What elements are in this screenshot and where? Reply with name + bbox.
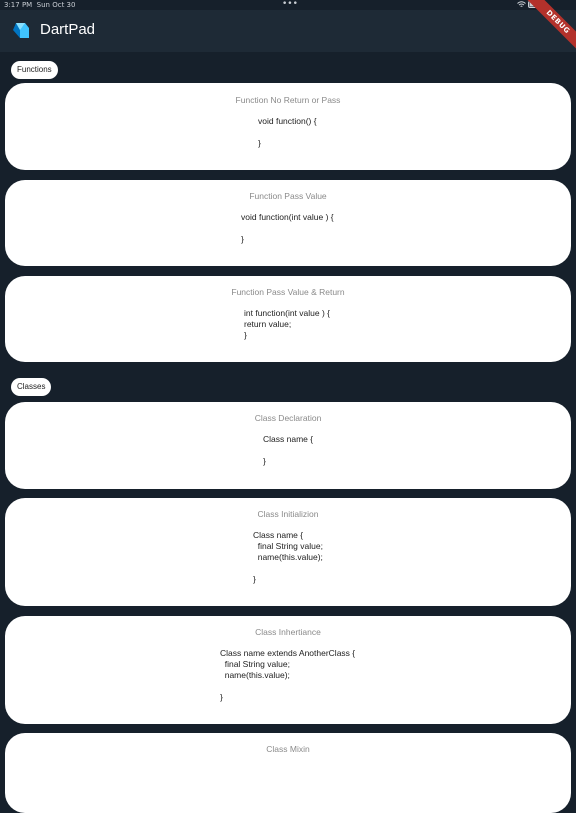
- card-title: Class Inhertiance: [255, 627, 321, 637]
- card-title: Function Pass Value: [249, 191, 327, 201]
- section-chip-functions[interactable]: Functions: [11, 61, 58, 79]
- card-class-inheritance[interactable]: Class Inhertiance Class name extends Ano…: [5, 616, 571, 724]
- card-class-mixin[interactable]: Class Mixin: [5, 733, 571, 813]
- card-function-pass-return[interactable]: Function Pass Value & Return int functio…: [5, 276, 571, 362]
- card-title: Class Initializion: [257, 509, 319, 519]
- card-title: Function No Return or Pass: [235, 95, 341, 105]
- card-class-declaration[interactable]: Class Declaration Class name { }: [5, 402, 571, 489]
- multitask-dots[interactable]: •••: [282, 0, 298, 9]
- card-code: void function(int value ) { }: [241, 212, 334, 244]
- card-class-initialization[interactable]: Class Initializion Class name { final St…: [5, 498, 571, 606]
- card-function-no-return[interactable]: Function No Return or Pass void function…: [5, 83, 571, 170]
- card-code: Class name { final String value; name(th…: [253, 530, 323, 584]
- status-time: 3:17 PM Sun Oct 30: [4, 1, 76, 9]
- card-title: Class Mixin: [266, 744, 310, 754]
- card-code: void function() { }: [258, 116, 317, 148]
- card-title: Class Declaration: [254, 413, 322, 423]
- app-title: DartPad: [40, 21, 96, 38]
- wifi-icon: [516, 1, 526, 7]
- card-code: Class name { }: [263, 434, 314, 466]
- app-bar: DartPad DEBUG: [0, 0, 576, 55]
- section-chip-classes[interactable]: Classes: [11, 378, 52, 396]
- card-code: int function(int value ) { return value;…: [244, 308, 330, 340]
- card-function-pass-value[interactable]: Function Pass Value void function(int va…: [5, 180, 571, 266]
- card-code: Class name extends AnotherClass { final …: [220, 648, 356, 702]
- status-bar: 3:17 PM Sun Oct 30 •••: [0, 0, 576, 10]
- dart-logo-icon: [13, 23, 29, 38]
- card-title: Function Pass Value & Return: [231, 287, 345, 297]
